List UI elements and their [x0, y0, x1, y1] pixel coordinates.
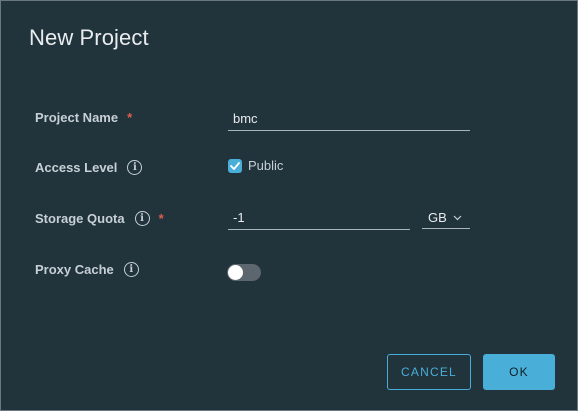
storage-unit-value: GB: [428, 210, 447, 225]
public-checkbox[interactable]: [228, 158, 242, 173]
access-level-label-group: Access Level i: [35, 160, 143, 175]
ok-button[interactable]: OK: [483, 354, 555, 390]
required-marker: *: [158, 211, 164, 226]
public-checkbox-row[interactable]: Public: [228, 158, 283, 173]
required-marker: *: [127, 110, 133, 125]
storage-quota-input[interactable]: [228, 208, 410, 230]
project-name-input[interactable]: [228, 109, 470, 131]
access-level-label: Access Level: [35, 160, 118, 175]
storage-quota-label-group: Storage Quota i *: [35, 211, 164, 226]
dialog-title: New Project: [29, 25, 149, 50]
storage-quota-label: Storage Quota: [35, 211, 125, 226]
proxy-cache-label: Proxy Cache: [35, 262, 114, 277]
project-name-label: Project Name: [35, 110, 119, 125]
public-checkbox-label[interactable]: Public: [248, 158, 283, 173]
info-icon[interactable]: i: [134, 211, 150, 226]
info-icon[interactable]: i: [123, 262, 139, 277]
check-icon: [230, 161, 240, 170]
project-name-label-group: Project Name *: [35, 110, 132, 125]
new-project-dialog: New Project Project Name * Access Level …: [0, 0, 578, 411]
toggle-knob: [228, 265, 243, 280]
proxy-cache-toggle[interactable]: [227, 264, 261, 281]
storage-unit-select[interactable]: GB: [422, 207, 470, 229]
info-icon[interactable]: i: [127, 160, 143, 175]
cancel-button[interactable]: CANCEL: [387, 354, 471, 390]
proxy-cache-label-group: Proxy Cache i: [35, 262, 139, 277]
chevron-down-icon: [453, 215, 462, 221]
